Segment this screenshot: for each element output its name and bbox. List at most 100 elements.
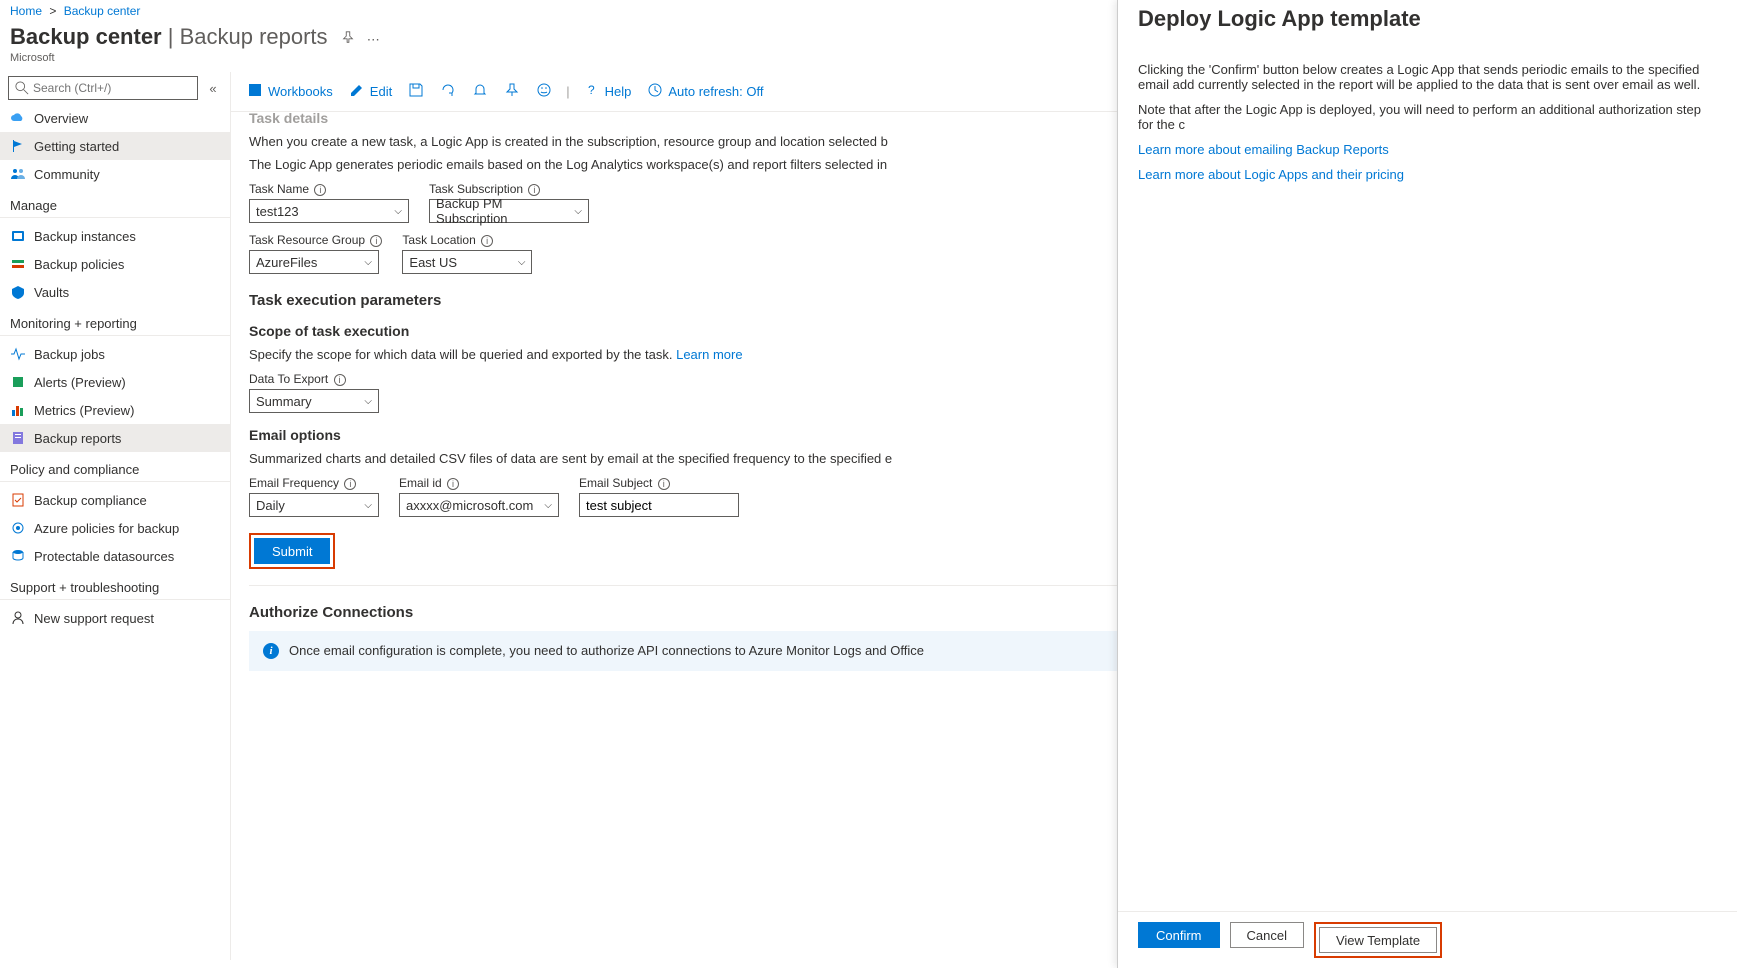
data-export-label: Data To Export i — [249, 372, 379, 386]
page-title: Backup center | Backup reports — [10, 24, 328, 49]
chevron-down-icon: ⌵ — [364, 257, 372, 268]
instance-icon — [10, 228, 26, 244]
info-icon[interactable]: i — [334, 374, 346, 386]
chevron-down-icon: ⌵ — [518, 257, 526, 268]
chevron-down-icon: ⌵ — [544, 500, 552, 511]
help-icon: ? — [584, 82, 600, 101]
bell-icon — [472, 82, 488, 101]
toolbar-notify[interactable] — [466, 78, 494, 105]
submit-button[interactable]: Submit — [254, 538, 330, 564]
info-icon[interactable]: i — [481, 235, 493, 247]
chevron-down-icon: ⌵ — [364, 396, 372, 407]
sidebar-item-metrics[interactable]: Metrics (Preview) — [0, 396, 230, 424]
submit-highlight: Submit — [249, 533, 335, 569]
email-id-select[interactable]: axxxx@microsoft.com⌵ — [399, 493, 559, 517]
info-icon[interactable]: i — [314, 184, 326, 196]
jobs-icon — [10, 346, 26, 362]
sidebar-item-backup-instances[interactable]: Backup instances — [0, 222, 230, 250]
toolbar-workbooks[interactable]: Workbooks — [241, 78, 339, 105]
cloud-icon — [10, 110, 26, 126]
task-location-label: Task Location i — [402, 233, 532, 247]
protectable-icon — [10, 548, 26, 564]
sidebar-item-overview[interactable]: Overview — [0, 104, 230, 132]
refresh-icon — [440, 82, 456, 101]
learn-more-link[interactable]: Learn more — [676, 347, 742, 362]
deploy-panel: Deploy Logic App template Clicking the '… — [1117, 0, 1737, 968]
breadcrumb-home[interactable]: Home — [10, 4, 42, 18]
reports-icon — [10, 430, 26, 446]
task-subscription-select[interactable]: Backup PM Subscription⌵ — [429, 199, 589, 223]
smiley-icon — [536, 82, 552, 101]
info-icon[interactable]: i — [658, 478, 670, 490]
email-subject-label: Email Subject i — [579, 476, 739, 490]
sidebar-item-vaults[interactable]: Vaults — [0, 278, 230, 306]
alerts-icon — [10, 374, 26, 390]
panel-text-2: Note that after the Logic App is deploye… — [1138, 102, 1717, 132]
chevron-down-icon: ⌵ — [574, 206, 582, 217]
info-icon[interactable]: i — [370, 235, 382, 247]
people-icon — [10, 166, 26, 182]
breadcrumb-backup-center[interactable]: Backup center — [64, 4, 141, 18]
email-freq-select[interactable]: Daily⌵ — [249, 493, 379, 517]
toolbar-refresh[interactable] — [434, 78, 462, 105]
toolbar-smiley[interactable] — [530, 78, 558, 105]
support-icon — [10, 610, 26, 626]
sidebar-item-getting-started[interactable]: Getting started — [0, 132, 230, 160]
data-export-select[interactable]: Summary⌵ — [249, 389, 379, 413]
pin-icon — [504, 82, 520, 101]
panel-link-logic-apps-pricing[interactable]: Learn more about Logic Apps and their pr… — [1138, 167, 1404, 182]
confirm-button[interactable]: Confirm — [1138, 922, 1220, 948]
sidebar-item-backup-jobs[interactable]: Backup jobs — [0, 340, 230, 368]
task-name-select[interactable]: test123⌵ — [249, 199, 409, 223]
section-policy: Policy and compliance — [0, 452, 230, 482]
compliance-icon — [10, 492, 26, 508]
chevron-down-icon: ⌵ — [394, 206, 402, 217]
search-icon — [15, 81, 29, 95]
section-manage: Manage — [0, 188, 230, 218]
search-input[interactable] — [33, 81, 191, 95]
toolbar-help[interactable]: ? Help — [578, 78, 638, 105]
email-freq-label: Email Frequency i — [249, 476, 379, 490]
sidebar-item-new-request[interactable]: New support request — [0, 604, 230, 632]
sidebar-item-azure-policies[interactable]: Azure policies for backup — [0, 514, 230, 542]
edit-icon — [349, 82, 365, 101]
sidebar-item-backup-reports[interactable]: Backup reports — [0, 424, 230, 452]
policy-icon — [10, 256, 26, 272]
search-box[interactable] — [8, 76, 198, 100]
view-template-highlight: View Template — [1314, 922, 1442, 958]
more-icon[interactable]: ⋯ — [367, 32, 380, 47]
sidebar-item-backup-policies[interactable]: Backup policies — [0, 250, 230, 278]
section-support: Support + troubleshooting — [0, 570, 230, 600]
cancel-button[interactable]: Cancel — [1230, 922, 1304, 948]
flag-icon — [10, 138, 26, 154]
sidebar-item-community[interactable]: Community — [0, 160, 230, 188]
sidebar-item-protectable[interactable]: Protectable datasources — [0, 542, 230, 570]
save-icon — [408, 82, 424, 101]
toolbar-save[interactable] — [402, 78, 430, 105]
email-subject-input[interactable] — [579, 493, 739, 517]
view-template-button[interactable]: View Template — [1319, 927, 1437, 953]
toolbar-pin[interactable] — [498, 78, 526, 105]
workbook-icon — [247, 82, 263, 101]
svg-text:?: ? — [588, 83, 595, 97]
info-icon[interactable]: i — [447, 478, 459, 490]
task-rg-select[interactable]: AzureFiles⌵ — [249, 250, 379, 274]
panel-title: Deploy Logic App template — [1138, 6, 1717, 32]
info-icon[interactable]: i — [344, 478, 356, 490]
authorize-info-text: Once email configuration is complete, yo… — [289, 643, 924, 658]
sidebar-item-backup-compliance[interactable]: Backup compliance — [0, 486, 230, 514]
task-location-select[interactable]: East US⌵ — [402, 250, 532, 274]
toolbar-autorefresh[interactable]: Auto refresh: Off — [641, 78, 769, 105]
sidebar-item-alerts[interactable]: Alerts (Preview) — [0, 368, 230, 396]
vault-icon — [10, 284, 26, 300]
pin-icon[interactable] — [341, 32, 359, 47]
email-id-label: Email id i — [399, 476, 559, 490]
chevron-down-icon: ⌵ — [364, 500, 372, 511]
sidebar: « Overview Getting started Community Man… — [0, 72, 230, 960]
toolbar-edit[interactable]: Edit — [343, 78, 398, 105]
panel-link-email-reports[interactable]: Learn more about emailing Backup Reports — [1138, 142, 1389, 157]
task-subscription-label: Task Subscription i — [429, 182, 589, 196]
task-rg-label: Task Resource Group i — [249, 233, 382, 247]
collapse-icon[interactable]: « — [204, 81, 222, 96]
panel-text-1: Clicking the 'Confirm' button below crea… — [1138, 62, 1717, 92]
